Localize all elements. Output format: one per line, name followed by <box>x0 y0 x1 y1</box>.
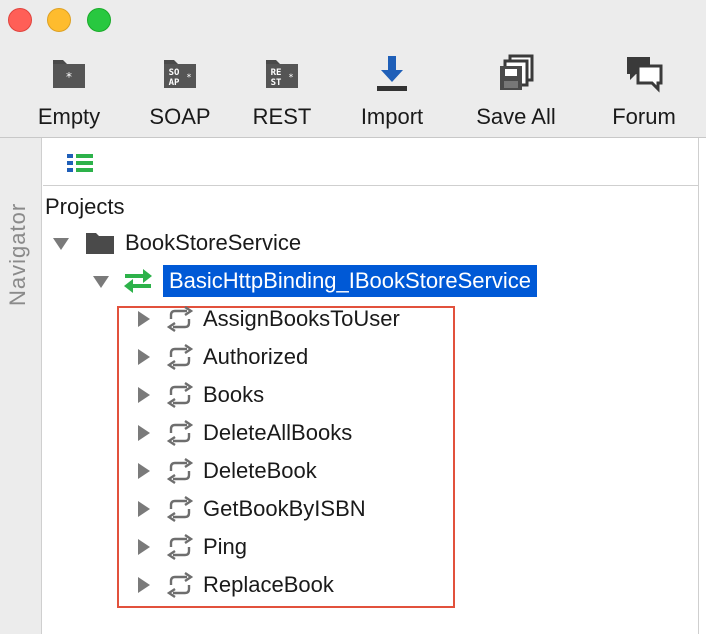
tree-item-operation[interactable]: GetBookByISBN <box>133 493 366 525</box>
close-window-button[interactable] <box>8 8 32 32</box>
operation-cycle-icon <box>166 496 194 522</box>
save-all-label: Save All <box>476 104 556 129</box>
collapsed-triangle-icon[interactable] <box>133 575 153 595</box>
operation-cycle-icon <box>166 572 194 598</box>
empty-project-label: Empty <box>37 104 101 129</box>
folder-icon <box>86 233 114 254</box>
operation-name: Ping <box>203 534 248 559</box>
soap-project-button[interactable]: SO AP * SOAP <box>130 54 230 134</box>
rest-project-button[interactable]: RE ST * REST <box>232 54 332 134</box>
tree-item-operation[interactable]: DeleteAllBooks <box>133 417 352 449</box>
collapsed-triangle-icon[interactable] <box>133 461 153 481</box>
forum-button[interactable]: Forum <box>594 54 694 134</box>
import-icon <box>377 56 407 91</box>
operation-cycle-icon <box>166 306 194 332</box>
collapsed-triangle-icon[interactable] <box>133 347 153 367</box>
collapsed-triangle-icon[interactable] <box>133 537 153 557</box>
operation-name: Books <box>203 382 265 407</box>
soap-project-label: SOAP <box>149 104 211 129</box>
title-bar <box>0 0 706 40</box>
empty-project-button[interactable]: * Empty <box>19 54 119 134</box>
operation-cycle-icon <box>166 344 194 370</box>
main-toolbar: * Empty SO AP * SOAP RE ST * REST Import <box>0 40 706 138</box>
projects-root-label: Projects <box>45 194 125 219</box>
operation-name: Authorized <box>203 344 309 369</box>
operation-cycle-icon <box>166 382 194 408</box>
list-view-icon[interactable] <box>67 152 95 174</box>
tree-item-operation[interactable]: AssignBooksToUser <box>133 303 400 335</box>
operation-cycle-icon <box>166 420 194 446</box>
import-label: Import <box>360 104 424 129</box>
minimize-window-button[interactable] <box>47 8 71 32</box>
tree-item-operation[interactable]: DeleteBook <box>133 455 317 487</box>
operation-cycle-icon <box>166 534 194 560</box>
expanded-triangle-icon[interactable] <box>91 271 111 291</box>
operation-name: GetBookByISBN <box>203 496 366 521</box>
svg-text:SO: SO <box>169 68 180 78</box>
empty-project-icon: * <box>53 60 85 88</box>
navigator-panel: Projects BookStoreService BasicHttpBindi… <box>43 138 699 634</box>
collapsed-triangle-icon[interactable] <box>133 423 153 443</box>
svg-text:*: * <box>288 73 293 83</box>
save-all-icon <box>500 54 534 90</box>
navigator-strip[interactable]: Navigator <box>0 138 42 634</box>
tree-item-binding[interactable]: BasicHttpBinding_IBookStoreService <box>91 265 537 297</box>
project-name: BookStoreService <box>125 230 302 255</box>
forum-icon <box>627 57 663 93</box>
rest-project-label: REST <box>252 104 312 129</box>
rest-icon: RE ST * <box>266 60 298 88</box>
tree-item-operation[interactable]: Books <box>133 379 264 411</box>
tree-item-operation[interactable]: Authorized <box>133 341 308 373</box>
collapsed-triangle-icon[interactable] <box>133 385 153 405</box>
tree-item-operation[interactable]: ReplaceBook <box>133 569 334 601</box>
navigator-tab-label[interactable]: Navigator <box>5 203 31 306</box>
operation-name: ReplaceBook <box>203 572 334 597</box>
expanded-triangle-icon[interactable] <box>51 233 71 253</box>
svg-text:*: * <box>186 73 191 83</box>
import-button[interactable]: Import <box>342 54 442 134</box>
soap-icon: SO AP * <box>164 60 196 88</box>
forum-label: Forum <box>612 104 676 129</box>
collapsed-triangle-icon[interactable] <box>133 499 153 519</box>
svg-text:*: * <box>65 70 72 84</box>
collapsed-triangle-icon[interactable] <box>133 309 153 329</box>
operation-name: AssignBooksToUser <box>203 306 400 331</box>
svg-text:AP: AP <box>169 78 180 88</box>
operation-cycle-icon <box>166 458 194 484</box>
operation-name: DeleteAllBooks <box>203 420 353 445</box>
zoom-window-button[interactable] <box>87 8 111 32</box>
binding-name: BasicHttpBinding_IBookStoreService <box>163 265 537 297</box>
save-all-button[interactable]: Save All <box>466 54 566 134</box>
tree-item-operation[interactable]: Ping <box>133 531 247 563</box>
svg-text:RE: RE <box>271 68 282 78</box>
navigator-panel-header <box>43 138 699 186</box>
svg-text:ST: ST <box>271 78 282 88</box>
tree-item-project[interactable]: BookStoreService <box>51 227 301 259</box>
binding-interface-icon <box>124 269 152 293</box>
operation-name: DeleteBook <box>203 458 317 483</box>
